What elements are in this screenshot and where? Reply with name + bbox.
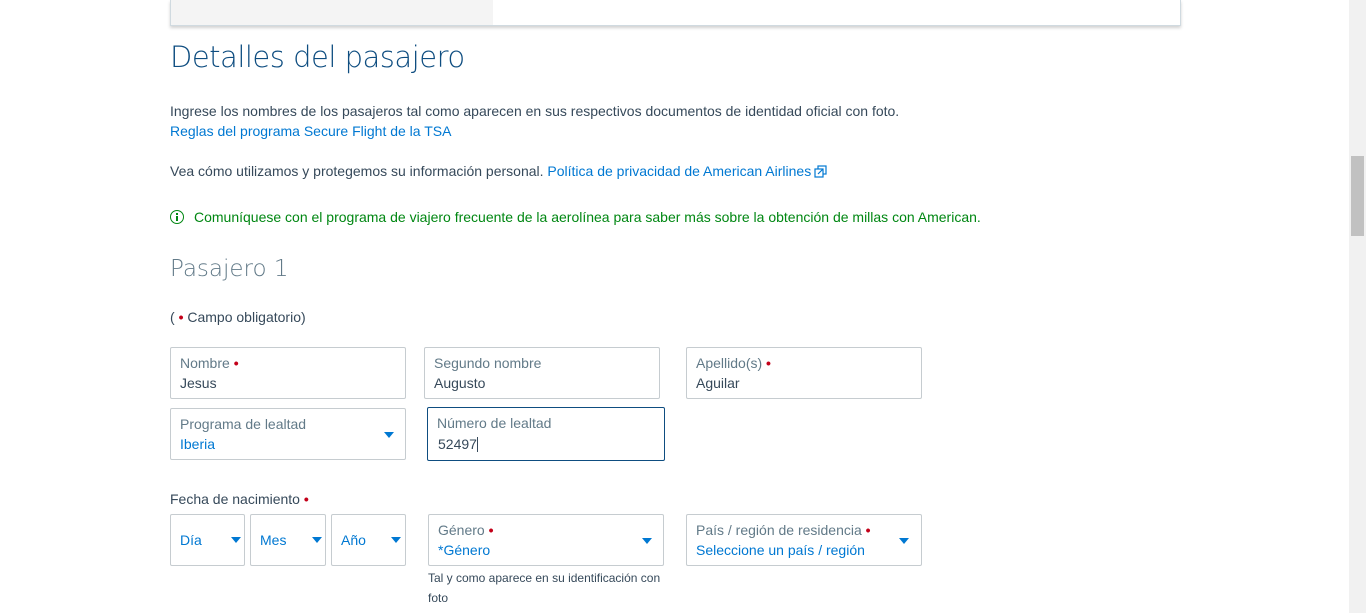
- middle-name-field[interactable]: Segundo nombre Augusto: [424, 347, 660, 399]
- loyalty-number-value: 52497: [438, 436, 478, 452]
- chevron-down-icon: [391, 537, 401, 543]
- required-dot: •: [178, 309, 184, 325]
- country-label: País / región de residencia •: [696, 522, 871, 538]
- loyalty-program-select[interactable]: Programa de lealtad Iberia: [170, 408, 406, 460]
- required-field-note: ( • Campo obligatorio): [170, 309, 306, 325]
- gender-helper-text: Tal y como aparece en su identificación …: [428, 571, 661, 605]
- first-name-label: Nombre •: [180, 355, 239, 371]
- info-message: Comuníquese con el programa de viajero f…: [194, 209, 981, 225]
- gender-label: Género •: [438, 522, 494, 538]
- loyalty-number-label: Número de lealtad: [437, 415, 552, 431]
- loyalty-program-value: Iberia: [180, 436, 216, 452]
- gender-select[interactable]: Género • *Género: [428, 514, 664, 566]
- loyalty-number-input[interactable]: Número de lealtad 52497: [427, 407, 665, 461]
- chevron-down-icon: [899, 538, 909, 544]
- first-name-field[interactable]: Nombre • Jesus: [170, 347, 406, 399]
- previous-section-left-pane: [171, 0, 493, 25]
- privacy-text: Vea cómo utilizamos y protegemos su info…: [170, 163, 544, 179]
- scrollbar-thumb[interactable]: [1351, 156, 1364, 236]
- frequent-flyer-info: Comuníquese con el programa de viajero f…: [170, 209, 981, 225]
- tsa-rules-link[interactable]: Reglas del programa Secure Flight de la …: [170, 123, 451, 139]
- instructions-text: Ingrese los nombres de los pasajeros tal…: [170, 103, 900, 119]
- dob-label: Fecha de nacimiento •: [170, 491, 309, 507]
- dob-year-value: Año: [341, 532, 366, 548]
- dob-month-select[interactable]: Mes: [250, 514, 326, 566]
- external-link-icon: [814, 165, 827, 178]
- dob-year-select[interactable]: Año: [331, 514, 406, 566]
- privacy-line: Vea cómo utilizamos y protegemos su info…: [170, 163, 827, 179]
- text-cursor: [476, 437, 478, 452]
- dob-day-select[interactable]: Día: [170, 514, 245, 566]
- passenger-section-title: Pasajero 1: [170, 256, 289, 282]
- info-icon: [170, 210, 184, 224]
- last-name-field[interactable]: Apellido(s) • Aguilar: [686, 347, 922, 399]
- first-name-value: Jesus: [180, 375, 217, 391]
- middle-name-value: Augusto: [434, 375, 486, 391]
- loyalty-program-label: Programa de lealtad: [180, 416, 307, 432]
- country-value: Seleccione un país / región: [696, 542, 865, 558]
- middle-name-label: Segundo nombre: [434, 355, 542, 371]
- chevron-down-icon: [231, 537, 241, 543]
- gender-value: *Género: [438, 542, 491, 558]
- page-title: Detalles del pasajero: [170, 40, 465, 74]
- previous-section-card: [170, 0, 1181, 26]
- chevron-down-icon: [312, 537, 322, 543]
- dob-month-value: Mes: [260, 532, 287, 548]
- last-name-label: Apellido(s) •: [696, 355, 771, 371]
- page-scrollbar[interactable]: [1349, 0, 1366, 613]
- chevron-down-icon: [642, 538, 652, 544]
- last-name-value: Aguilar: [696, 375, 740, 391]
- chevron-down-icon: [384, 432, 394, 438]
- country-select[interactable]: País / región de residencia • Seleccione…: [686, 514, 922, 566]
- privacy-policy-link[interactable]: Política de privacidad de American Airli…: [547, 163, 827, 179]
- dob-day-value: Día: [180, 532, 202, 548]
